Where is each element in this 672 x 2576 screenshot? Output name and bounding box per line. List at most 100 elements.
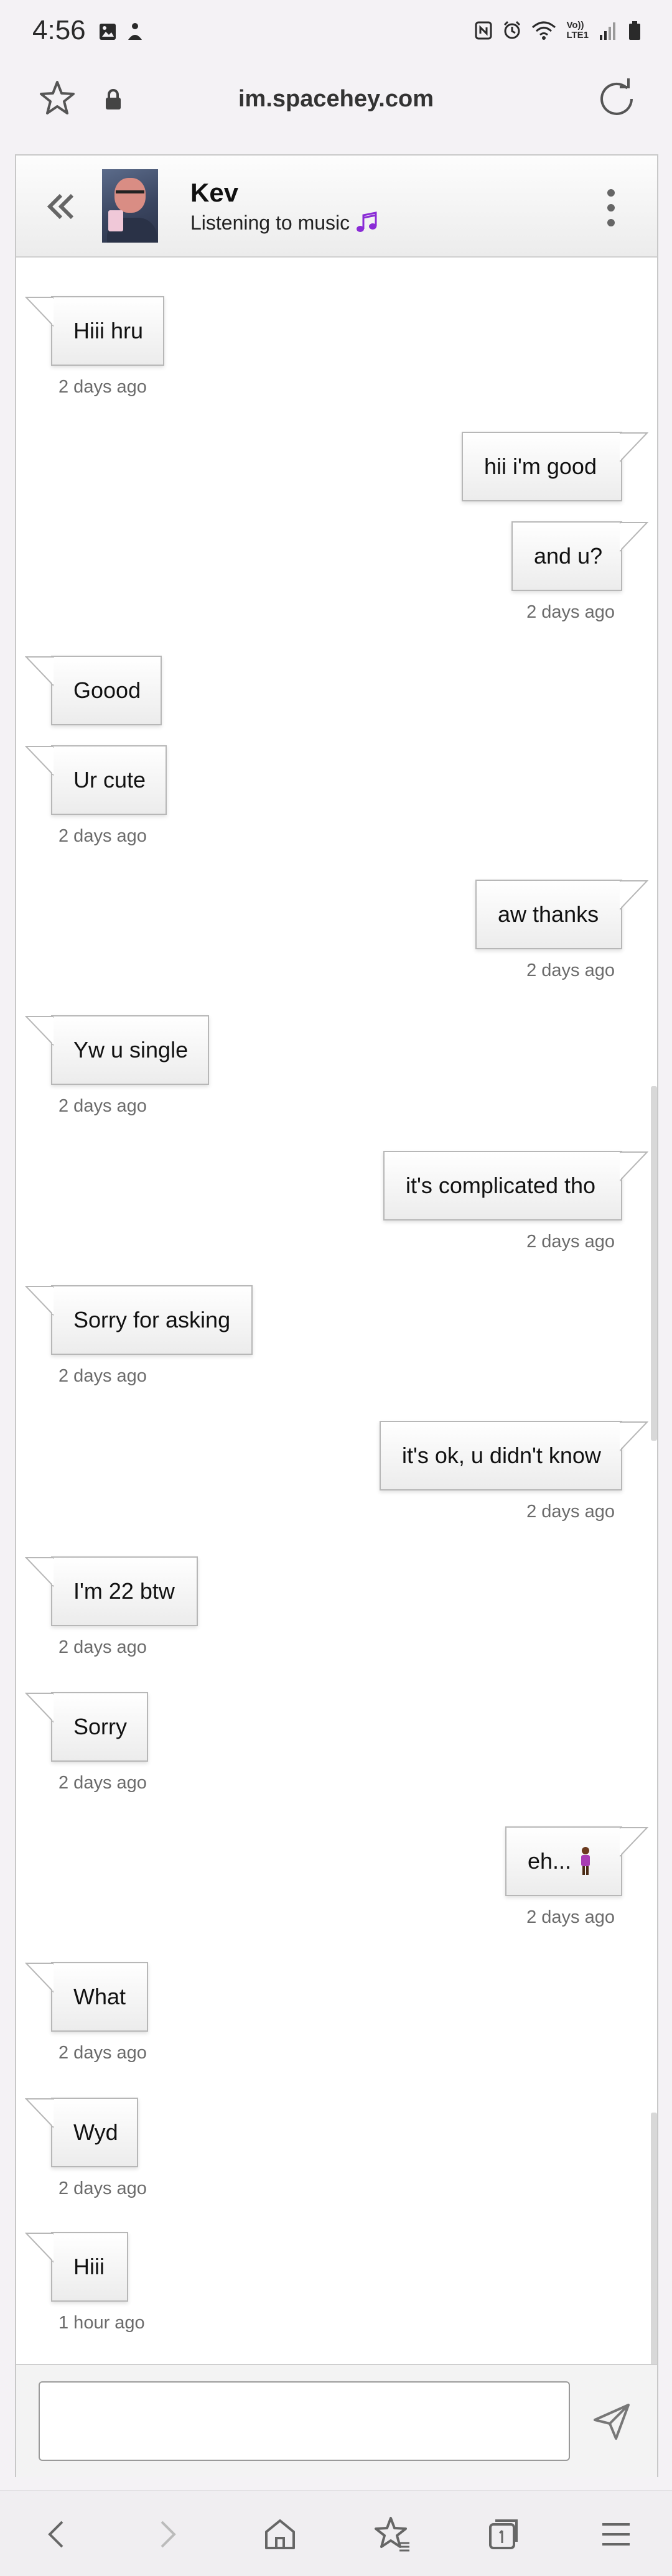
message-timestamp: 2 days ago [58,1366,147,1386]
bubble-tail [620,1827,648,1858]
contact-avatar[interactable] [102,169,158,243]
contact-status-text: Listening to music [190,211,350,234]
message-text: Sorry for asking [73,1307,231,1332]
message-timestamp: 2 days ago [58,377,147,397]
incoming-message-bubble: Yw u single [25,1015,209,1085]
message-timestamp: 2 days ago [58,826,147,846]
message-text: Hiii hru [73,318,144,343]
message-timestamp: 2 days ago [526,1907,615,1927]
message-list[interactable]: Hiii hru 2 days ago hii i'm good and u? 2 da… [16,259,657,2467]
incoming-message-bubble: Hiii hru [25,296,164,366]
bubble-tail [25,1016,54,1046]
back-chevrons-icon[interactable] [44,189,78,224]
message-timestamp: 2 days ago [58,1637,147,1657]
outgoing-message-bubble: it's ok, u didn't know [380,1421,648,1490]
incoming-message-bubble: Wyd [25,2098,138,2167]
bubble-tail [25,1963,54,1993]
chat-header: Kev Listening to music [16,156,657,258]
outgoing-message-bubble: aw thanks [475,880,648,949]
status-left-icons [98,21,144,42]
network-label: Vo)) LTE1 [566,21,589,40]
message-timestamp: 2 days ago [58,1096,147,1116]
contact-name: Kev [190,178,239,207]
outgoing-message-bubble: and u? [511,521,648,591]
bubble-tail [25,1693,54,1723]
message-text: Sorry [73,1714,128,1739]
bubble-tail [620,522,648,552]
message-timestamp: 2 days ago [526,1232,615,1252]
message-text: What [73,1984,126,2009]
outgoing-message-bubble: eh... [505,1826,648,1896]
message-text: hii i'm good [484,453,597,479]
incoming-message-bubble: What [25,1962,148,2032]
incoming-message-bubble: Goood [25,656,162,725]
bubble-tail [620,432,648,463]
contact-status: Listening to music [190,210,380,235]
bubble-tail [25,2233,54,2263]
more-options-icon[interactable] [605,188,617,228]
incoming-message-bubble: Sorry [25,1692,148,1762]
browser-bottom-nav [0,2490,672,2576]
message-text: Goood [73,677,141,703]
send-icon[interactable] [591,2401,632,2442]
nav-bookmarks-icon[interactable] [372,2514,412,2554]
person-notification-icon [128,23,142,40]
message-timestamp: 2 days ago [526,960,615,980]
reload-icon[interactable] [596,78,637,119]
message-input[interactable] [39,2381,570,2461]
message-text: Ur cute [73,767,146,793]
message-timestamp: 2 days ago [58,1773,147,1793]
nav-menu-icon[interactable] [596,2514,636,2554]
bubble-tail [25,656,54,687]
message-timestamp: 1 hour ago [58,2313,145,2333]
message-text: Wyd [73,2119,118,2145]
nfc-icon [475,21,492,40]
bubble-tail [25,1557,54,1588]
message-timestamp: 2 days ago [526,602,615,622]
message-timestamp: 2 days ago [58,2043,147,2063]
signal-icon [600,22,615,40]
person-standing-emoji [581,1847,590,1875]
network-label-bottom: LTE1 [566,30,589,40]
outgoing-message-bubble: hii i'm good [462,432,648,501]
nav-home-icon[interactable] [260,2514,300,2554]
bubble-tail [620,1151,648,1182]
bubble-tail [25,746,54,776]
wifi-icon [532,21,556,40]
battery-icon [629,21,640,40]
message-text: I'm 22 btw [73,1578,175,1604]
message-timestamp: 2 days ago [58,2178,147,2198]
incoming-message-bubble: I'm 22 btw [25,1556,198,1626]
status-time: 4:56 [32,15,86,45]
incoming-message-bubble: Hiii [25,2232,128,2302]
status-right-icons: Vo)) LTE1 [474,20,642,41]
message-timestamp: 2 days ago [526,1502,615,1522]
outgoing-message-bubble: it's complicated tho [383,1151,648,1221]
nav-back-icon[interactable] [37,2514,77,2554]
nav-forward-icon[interactable] [147,2514,187,2554]
message-text: Hiii [73,2254,105,2279]
alarm-icon [504,21,521,39]
incoming-message-bubble: Sorry for asking [25,1285,253,1355]
chat-window: Kev Listening to music Hiii hru 2 days ag… [15,154,658,2477]
message-text: aw thanks [498,901,599,927]
gallery-icon [100,24,116,40]
message-text: Yw u single [73,1037,189,1062]
url-text[interactable]: im.spacehey.com [0,86,672,113]
message-text: eh... [528,1848,572,1874]
network-label-top: Vo)) [566,20,584,30]
status-bar: 4:56 Vo)) LTE1 [0,0,672,65]
message-text: it's ok, u didn't know [402,1443,601,1468]
bubble-tail [620,1421,648,1452]
incoming-message-bubble: Ur cute [25,745,167,815]
bubble-tail [25,297,54,327]
message-composer [16,2364,657,2477]
message-text: it's complicated tho [406,1173,596,1198]
bubble-tail [25,2098,54,2129]
nav-tabs-icon[interactable] [483,2514,523,2554]
music-note-icon [357,212,377,232]
scrollbar-thumb[interactable] [651,1086,657,1441]
browser-address-bar: im.spacehey.com [0,65,672,138]
bubble-tail [620,880,648,911]
message-text: and u? [534,543,603,569]
